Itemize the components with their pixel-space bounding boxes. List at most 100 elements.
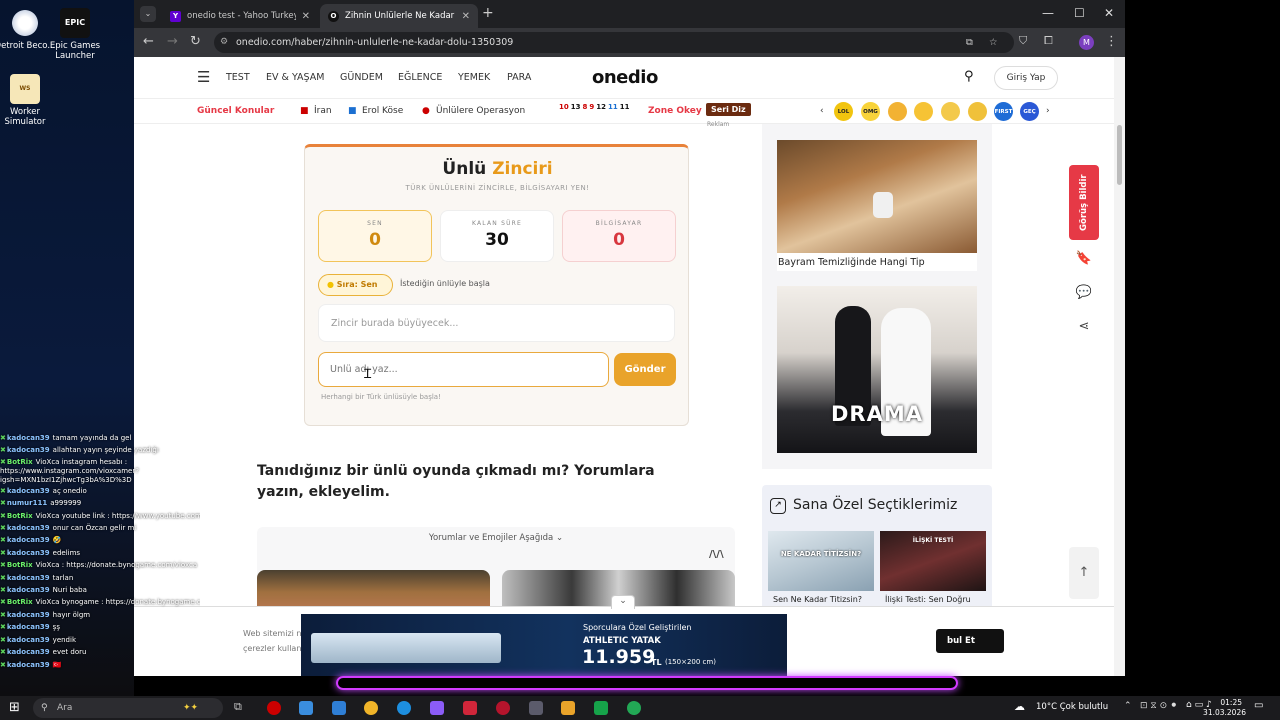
topic-erol-kose[interactable]: Erol Köse (362, 106, 403, 116)
profile-avatar[interactable]: M (1079, 35, 1094, 50)
new-tab-icon[interactable]: + (482, 5, 494, 21)
mattress-ad-banner[interactable]: Sporculara Özel Geliştirilen ATHLETIC YA… (301, 614, 787, 676)
tray-chevron-icon[interactable]: ⌃ (1124, 701, 1132, 711)
mail-icon[interactable] (332, 701, 346, 715)
nav-ev-yasam[interactable]: EV & YAŞAM (266, 72, 324, 83)
weather-text[interactable]: 10°C Çok bulutlu (1036, 702, 1108, 712)
comments-icon[interactable]: 💬 (1074, 285, 1094, 305)
bayram-card-title[interactable]: Bayram Temizliğinde Hangi Tip (777, 253, 977, 271)
onedio-logo[interactable]: onedio (592, 67, 658, 88)
collapse-ad-icon[interactable]: ⌄ (611, 595, 635, 609)
hamburger-menu-icon[interactable]: ☰ (197, 68, 210, 86)
search-icon[interactable]: ⚲ (964, 69, 974, 84)
pick-image-2[interactable]: İLİŞKİ TESTİ (880, 531, 986, 591)
nav-gundem[interactable]: GÜNDEM (340, 72, 383, 83)
bayram-card-image[interactable] (777, 140, 977, 253)
taskbar-search-placeholder: Ara (57, 703, 73, 713)
emoji-gec-icon[interactable]: GEÇ (1020, 102, 1039, 121)
score-label: SEN (367, 220, 383, 227)
extensions-icon[interactable]: ⧠ (1044, 34, 1053, 48)
chrome-profile-icon[interactable] (529, 701, 543, 715)
close-tab-icon[interactable]: ✕ (462, 11, 470, 22)
opera-gx-icon[interactable] (496, 701, 510, 715)
bookmark-star-icon[interactable]: ☆ (989, 32, 998, 53)
bookmark-icon[interactable]: 🔖 (1074, 251, 1094, 271)
emoji-lol-icon[interactable]: LOL (834, 102, 853, 121)
gamepad-app-icon[interactable] (594, 701, 608, 715)
task-view-icon[interactable]: ⧉ (234, 700, 242, 714)
chevron-right-icon[interactable]: › (1046, 106, 1050, 116)
chat-overlay: ✖kadocan39 tamam yayında da gel ✖kadocan3… (0, 432, 200, 672)
opera-icon[interactable] (267, 701, 281, 715)
reload-icon[interactable]: ↻ (190, 34, 201, 49)
search-icon: ⚲ (41, 703, 48, 713)
nav-test[interactable]: TEST (226, 72, 250, 83)
steam-icon[interactable] (299, 701, 313, 715)
scroll-top-button[interactable]: ↑ (1069, 547, 1099, 599)
epic-games-desktop-icon[interactable]: EPIC Epic Games Launcher (40, 8, 110, 61)
pick-title-2[interactable]: İlişki Testi: Sen Doğru (885, 595, 971, 604)
drama-ad-image[interactable]: DRAMA (777, 286, 977, 453)
chrome-green-icon[interactable] (627, 701, 641, 715)
comments-toggle-label: Yorumlar ve Emojiler Aşağıda (428, 533, 554, 543)
tab-onedio[interactable]: O Zihnin Ünlülerle Ne Kadar Dolu ✕ (320, 4, 478, 28)
edge-icon[interactable] (397, 701, 411, 715)
clock-time[interactable]: 01:25 (1204, 698, 1242, 707)
figma-icon[interactable] (430, 701, 444, 715)
okey-tiles[interactable]: 10 13 8 9 12 11 11 (559, 103, 639, 119)
celebrity-name-input[interactable] (318, 352, 609, 387)
emoji-cool-icon[interactable] (968, 102, 987, 121)
topic-unlulere-operasyon[interactable]: Ünlülere Operasyon (436, 106, 525, 116)
calendar-app-icon[interactable] (561, 701, 575, 715)
maximize-icon[interactable]: ☐ (1074, 6, 1085, 20)
score-player: SEN 0 (318, 210, 432, 262)
back-icon[interactable]: ← (143, 34, 154, 49)
emoji-sad-icon[interactable] (941, 102, 960, 121)
cookie-text-1: Web sitemizi n (243, 629, 302, 638)
topic-iran[interactable]: İran (314, 106, 332, 116)
comments-toggle[interactable]: Yorumlar ve Emojiler Aşağıda ⌄ (257, 533, 735, 543)
site-info-icon[interactable]: ⚙ (220, 32, 228, 53)
emoji-love-icon[interactable] (914, 102, 933, 121)
chat-line: ✖BotRix VioXca youtube link : https://www… (0, 511, 200, 520)
chevron-left-icon[interactable]: ‹ (820, 106, 824, 116)
ad-logo-icon: /\/\ (709, 549, 724, 560)
accept-cookies-button[interactable]: bul Et (936, 629, 1004, 653)
nav-yemek[interactable]: YEMEK (458, 72, 490, 83)
tab-yahoo[interactable]: Y onedio test - Yahoo Turkey Ara ✕ (162, 4, 318, 28)
windows-start-icon[interactable]: ⊞ (9, 700, 20, 715)
close-tab-icon[interactable]: ✕ (302, 11, 310, 22)
seri-diz-badge[interactable]: Seri Diz (706, 103, 751, 116)
tray-icons[interactable]: ⊡ ⧖ ⊙ ⚫ (1140, 701, 1178, 711)
shield-icon[interactable]: ⛉ (1019, 34, 1027, 48)
emoji-first-icon[interactable]: FIRST (994, 102, 1013, 121)
forward-icon[interactable]: → (167, 34, 178, 49)
notification-icon[interactable]: ▭ (1254, 700, 1263, 711)
close-window-icon[interactable]: ✕ (1104, 6, 1114, 20)
share-icon[interactable]: ⋖ (1074, 319, 1094, 339)
nav-eglence[interactable]: EĞLENCE (398, 72, 442, 83)
install-app-icon[interactable]: ⧉ (966, 32, 973, 53)
clock-date[interactable]: 31.03.2026 (1198, 708, 1246, 717)
feedback-button[interactable]: Görüş Bildir (1069, 165, 1099, 240)
minimize-icon[interactable]: — (1042, 6, 1054, 20)
tab-search-button[interactable]: ⌄ (140, 6, 156, 22)
emoji-omg-icon[interactable]: OMG (861, 102, 880, 121)
wps-icon[interactable] (463, 701, 477, 715)
taskbar-search-input[interactable]: ⚲ Ara ✦✦ (33, 698, 223, 718)
menu-icon[interactable]: ⋮ (1105, 34, 1118, 49)
url-input[interactable]: ⚙ onedio.com/haber/zihnin-unlulerle-ne-k… (214, 32, 1014, 53)
scrollbar-thumb[interactable] (1117, 125, 1122, 185)
pick-image-1[interactable]: NE KADAR TİTİZSİN? (768, 531, 874, 591)
nav-para[interactable]: PARA (507, 72, 531, 83)
worker-simulator-desktop-icon[interactable]: WS Worker Simulator (0, 74, 60, 127)
emoji-smile-icon[interactable] (888, 102, 907, 121)
score-label: KALAN SÜRE (471, 220, 523, 227)
pick-title-1[interactable]: Sen Ne Kadar Titizsin? (773, 595, 862, 604)
worker-simulator-icon: WS (10, 74, 40, 104)
send-button[interactable]: Gönder (614, 353, 676, 386)
chat-line: ✖kadocan39 şş (0, 623, 60, 632)
zone-okey-link[interactable]: Zone Okey (648, 106, 702, 116)
login-button[interactable]: Giriş Yap (994, 66, 1058, 90)
chrome-icon[interactable] (364, 701, 378, 715)
